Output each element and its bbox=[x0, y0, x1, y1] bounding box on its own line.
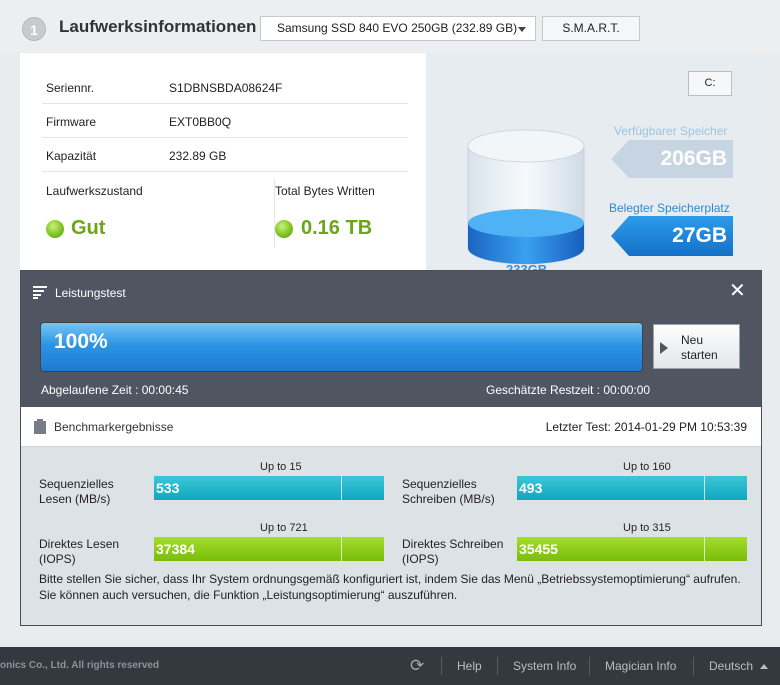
play-icon bbox=[660, 342, 668, 354]
info-row-serial: Seriennr. S1DBNSBDA08624F bbox=[42, 70, 408, 104]
metric-label: Direktes Schreiben (IOPS) bbox=[402, 537, 504, 566]
drive-info-card: Seriennr. S1DBNSBDA08624F Firmware EXT0B… bbox=[20, 53, 765, 277]
tbw-label: Total Bytes Written bbox=[275, 184, 375, 198]
language-select[interactable]: Deutsch bbox=[709, 659, 753, 673]
step-number-badge: 1 bbox=[22, 17, 46, 41]
metric-upto: Up to 160 bbox=[623, 461, 671, 473]
metric-fill bbox=[517, 476, 747, 500]
info-row-capacity: Kapazität 232.89 GB bbox=[42, 138, 408, 172]
clipboard-icon bbox=[34, 419, 46, 434]
help-link[interactable]: Help bbox=[457, 659, 482, 673]
metric-bar: 533 bbox=[154, 476, 384, 500]
system-info-link[interactable]: System Info bbox=[513, 659, 576, 673]
available-tag: 206GB bbox=[611, 140, 733, 178]
info-label: Kapazität bbox=[46, 149, 97, 163]
metric-bar: 35455 bbox=[517, 537, 747, 561]
drive-select[interactable]: Samsung SSD 840 EVO 250GB (232.89 GB) bbox=[260, 16, 536, 41]
metric-upto: Up to 315 bbox=[623, 522, 671, 534]
metric-value: 533 bbox=[156, 480, 180, 496]
metric-marker bbox=[704, 476, 705, 500]
metric-marker bbox=[341, 537, 342, 561]
metric-label: Sequenzielles Lesen (MB/s) bbox=[39, 477, 114, 506]
capacity-cylinder-icon bbox=[467, 129, 585, 265]
divider bbox=[441, 657, 442, 675]
progress-text: 100% bbox=[54, 330, 108, 353]
restart-label: Neu starten bbox=[681, 333, 718, 362]
health-label: Laufwerkszustand bbox=[46, 184, 143, 198]
used-value: 27GB bbox=[672, 224, 727, 247]
tbw-ok-icon bbox=[275, 220, 293, 238]
close-icon[interactable]: ✕ bbox=[729, 281, 746, 301]
used-tag: 27GB bbox=[611, 216, 733, 256]
performance-dialog: Leistungstest ✕ 100% Neu starten Abgelau… bbox=[20, 270, 762, 626]
divider bbox=[693, 657, 694, 675]
footer: onics Co., Ltd. All rights reserved ⟳ He… bbox=[0, 647, 780, 685]
copyright: onics Co., Ltd. All rights reserved bbox=[0, 660, 160, 671]
elapsed-time: Abgelaufene Zeit : 00:00:45 bbox=[41, 383, 189, 397]
progress-fill bbox=[41, 323, 642, 371]
info-value: 232.89 GB bbox=[169, 149, 227, 163]
top-header: 1 Laufwerksinformationen Samsung SSD 840… bbox=[0, 0, 780, 52]
magician-info-link[interactable]: Magician Info bbox=[605, 659, 676, 673]
health-value: Gut bbox=[71, 217, 106, 239]
refresh-icon[interactable]: ⟳ bbox=[410, 656, 424, 676]
remaining-time: Geschätzte Restzeit : 00:00:00 bbox=[486, 383, 651, 397]
benchmark-title: Benchmarkergebnisse bbox=[54, 420, 174, 434]
divider bbox=[497, 657, 498, 675]
restart-button[interactable]: Neu starten bbox=[653, 324, 740, 369]
metric-bar: 493 bbox=[517, 476, 747, 500]
metric-upto: Up to 15 bbox=[260, 461, 302, 473]
dialog-header: Leistungstest ✕ 100% Neu starten Abgelau… bbox=[21, 271, 761, 407]
drive-select-value: Samsung SSD 840 EVO 250GB (232.89 GB) bbox=[277, 21, 518, 35]
info-label: Firmware bbox=[46, 115, 96, 129]
metric-upto: Up to 721 bbox=[260, 522, 308, 534]
chevron-down-icon bbox=[518, 27, 526, 32]
chevron-up-icon bbox=[760, 664, 768, 669]
benchmark-header: Benchmarkergebnisse Letzter Test: 2014-0… bbox=[21, 407, 761, 447]
info-row-firmware: Firmware EXT0BB0Q bbox=[42, 104, 408, 138]
used-label: Belegter Speicherplatz bbox=[609, 201, 730, 215]
info-value: EXT0BB0Q bbox=[169, 115, 232, 129]
optimization-note: Bitte stellen Sie sicher, dass Ihr Syste… bbox=[39, 572, 741, 602]
divider bbox=[589, 657, 590, 675]
health-ok-icon bbox=[46, 220, 64, 238]
metric-label: Direktes Lesen (IOPS) bbox=[39, 537, 120, 566]
drive-letter-button[interactable]: C: bbox=[688, 71, 732, 96]
metric-label: Sequenzielles Schreiben (MB/s) bbox=[402, 477, 495, 506]
available-value: 206GB bbox=[660, 147, 727, 170]
list-icon bbox=[33, 286, 47, 299]
progress-bar: 100% bbox=[40, 322, 643, 372]
smart-button[interactable]: S.M.A.R.T. bbox=[542, 16, 640, 41]
page-title: Laufwerksinformationen bbox=[59, 17, 257, 36]
last-test: Letzter Test: 2014-01-29 PM 10:53:39 bbox=[545, 420, 747, 434]
metric-marker bbox=[341, 476, 342, 500]
available-label: Verfügbarer Speicher bbox=[614, 124, 728, 138]
dialog-title: Leistungstest bbox=[55, 286, 126, 300]
metric-value: 35455 bbox=[519, 541, 558, 557]
metric-bar: 37384 bbox=[154, 537, 384, 561]
info-label: Seriennr. bbox=[46, 81, 95, 95]
metric-value: 493 bbox=[519, 480, 543, 496]
info-value: S1DBNSBDA08624F bbox=[169, 81, 283, 95]
metric-value: 37384 bbox=[156, 541, 195, 557]
capacity-panel: C: 233GB Verfügbarer Speicher 206GB Bele… bbox=[426, 53, 765, 277]
metric-fill bbox=[154, 476, 384, 500]
tbw-value: 0.16 TB bbox=[301, 217, 373, 239]
metric-marker bbox=[704, 537, 705, 561]
